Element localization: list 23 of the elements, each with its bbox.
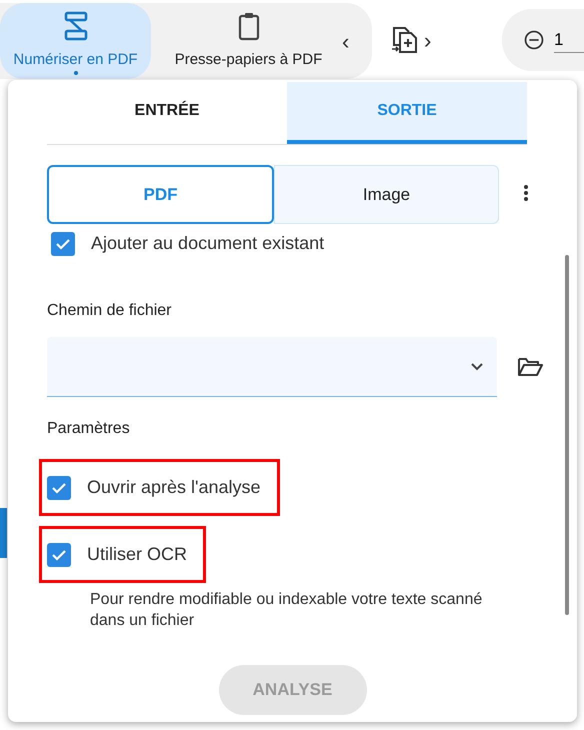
mode-tab[interactable]: Numériser en PDF: [0, 3, 151, 79]
clipboard-icon: [238, 10, 260, 41]
folder-icon[interactable]: [517, 357, 543, 377]
option-hint: Pour rendre modifiable ou indexable votre texte scanné dans un fichier: [90, 590, 484, 631]
zoom-field[interactable]: 1: [554, 26, 584, 54]
field-label: Chemin de fichier: [47, 301, 172, 321]
add-page-icon[interactable]: [390, 25, 420, 55]
checkbox[interactable]: [47, 542, 71, 566]
check-icon: [55, 238, 71, 250]
format-option[interactable]: Image: [274, 165, 499, 224]
scanner-icon: [64, 10, 88, 41]
dropdown-caret-icon: [471, 362, 483, 370]
checkbox-label: Ajouter au document existant: [91, 232, 324, 255]
more-icon[interactable]: [523, 184, 529, 202]
checkbox[interactable]: [51, 232, 75, 256]
checkbox-label: Ouvrir après l'analyse: [87, 476, 261, 499]
section-heading: Paramètres: [47, 419, 131, 439]
check-icon: [51, 548, 67, 560]
format-option[interactable]: PDF: [47, 165, 274, 224]
check-icon: [51, 482, 67, 494]
checkbox[interactable]: [47, 476, 71, 500]
checkbox-label: Utiliser OCR: [87, 543, 188, 566]
scrollbar[interactable]: [565, 255, 569, 615]
